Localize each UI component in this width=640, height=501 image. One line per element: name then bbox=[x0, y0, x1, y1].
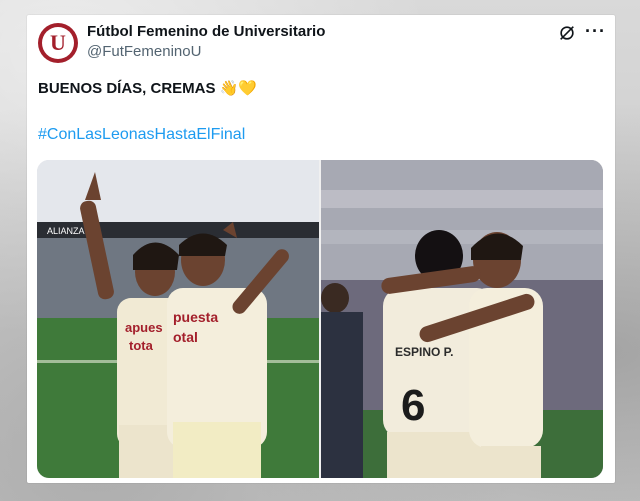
grok-icon[interactable] bbox=[558, 24, 576, 42]
hashtag-link[interactable]: #ConLasLeonasHastaElFinal bbox=[38, 126, 245, 144]
stadium-sign: ALIANZA bbox=[47, 226, 85, 236]
photo-celebration-image: ALIANZA apues tota puesta otal bbox=[37, 160, 319, 478]
photo-celebration[interactable]: ALIANZA apues tota puesta otal bbox=[37, 160, 319, 478]
media-grid[interactable]: ALIANZA apues tota puesta otal ESPINO P.… bbox=[37, 160, 603, 478]
author-handle[interactable]: @FutFemeninoU bbox=[87, 43, 201, 60]
avatar-logo: U bbox=[42, 27, 74, 59]
more-icon[interactable]: ··· bbox=[585, 21, 606, 42]
wave-heart-emoji: 👋💛 bbox=[219, 80, 258, 97]
author-name[interactable]: Fútbol Femenino de Universitario bbox=[87, 23, 325, 40]
sponsor-text-left-1: apues bbox=[125, 320, 163, 335]
sponsor-text-right-2: otal bbox=[173, 329, 198, 345]
avatar[interactable]: U bbox=[38, 23, 78, 63]
tweet-text: BUENOS DÍAS, CREMAS 👋💛 bbox=[38, 79, 257, 97]
tweet-card[interactable]: U Fútbol Femenino de Universitario @FutF… bbox=[27, 15, 615, 483]
player-number-text: 6 bbox=[401, 381, 425, 430]
sponsor-text-left-2: tota bbox=[129, 338, 154, 353]
sponsor-text-right-1: puesta bbox=[173, 309, 218, 325]
player-name-text: ESPINO P. bbox=[395, 345, 453, 359]
tweet-text-body: BUENOS DÍAS, CREMAS bbox=[38, 80, 216, 97]
photo-hug-image: ESPINO P. 6 bbox=[321, 160, 603, 478]
photo-hug[interactable]: ESPINO P. 6 bbox=[321, 160, 603, 478]
